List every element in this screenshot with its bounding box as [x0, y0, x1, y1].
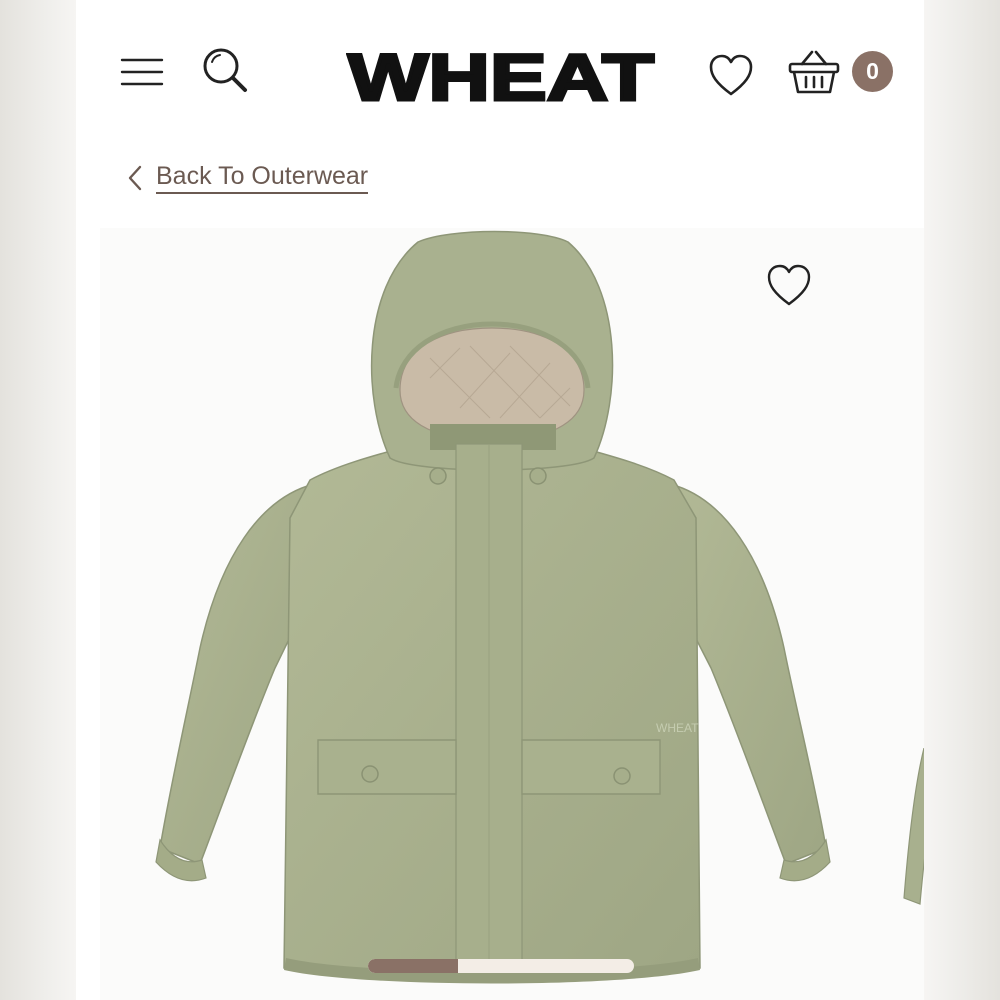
menu-icon	[120, 58, 164, 86]
svg-text:WHEAT: WHEAT	[656, 721, 699, 735]
cart-button[interactable]	[788, 48, 840, 96]
wishlist-button[interactable]	[708, 54, 754, 98]
back-to-outerwear-link[interactable]: Back To Outerwear	[126, 160, 369, 196]
phone-screen: WHEAT 0 Back To Outerwear WHEAT	[76, 0, 924, 1000]
menu-button[interactable]	[120, 52, 164, 92]
product-wishlist-button[interactable]	[766, 264, 812, 308]
back-link-label: Back To Outerwear	[156, 162, 369, 194]
search-button[interactable]	[200, 46, 250, 96]
background-right	[924, 0, 1000, 1000]
basket-icon	[788, 50, 840, 94]
svg-text:WHEAT: WHEAT	[348, 42, 654, 108]
carousel-progress-fill	[368, 959, 459, 973]
site-header: WHEAT 0	[76, 0, 924, 140]
heart-icon	[709, 54, 753, 96]
carousel-progress-bar[interactable]	[368, 959, 634, 973]
wheat-logo[interactable]: WHEAT	[346, 42, 656, 108]
chevron-left-icon	[128, 165, 142, 191]
product-image-carousel[interactable]: WHEAT	[100, 228, 924, 1000]
search-icon	[203, 48, 247, 92]
next-image-peek[interactable]	[900, 748, 924, 948]
cart-count-badge[interactable]: 0	[852, 51, 893, 92]
product-image-jacket[interactable]: WHEAT	[100, 228, 924, 1000]
background-left	[0, 0, 76, 1000]
heart-icon	[767, 264, 811, 306]
